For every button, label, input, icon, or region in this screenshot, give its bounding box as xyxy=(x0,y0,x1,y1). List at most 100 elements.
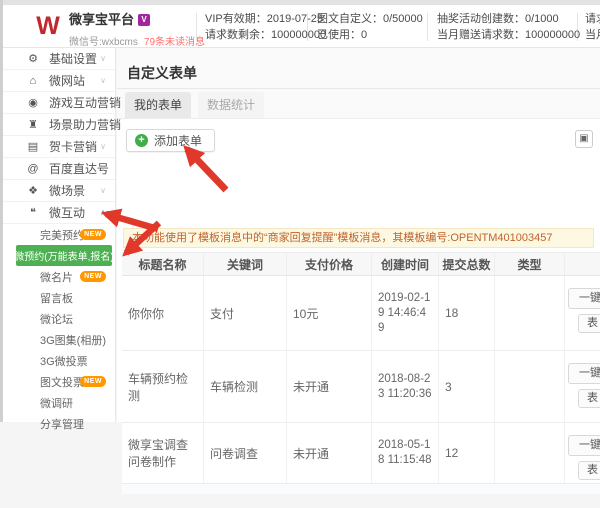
submenu-item-message-board[interactable]: 留言板 xyxy=(0,287,115,308)
chevron-up-icon: ∧ xyxy=(100,208,106,217)
home-icon: ⌂ xyxy=(26,75,40,87)
submenu-item-label: 3G微投票 xyxy=(40,353,88,369)
stat-vip: VIP有效期：2019-07-25 请求数剩余：100000000 xyxy=(205,11,326,43)
sidebar-item-micro-scene[interactable]: ❖ 微场景 ∨ xyxy=(0,180,115,202)
top-header: W 微享宝平台 V 微信号:wxbcms79条未读消息 VIP有效期：2019-0… xyxy=(0,5,600,48)
chevron-down-icon: ∨ xyxy=(100,186,106,195)
stat-clipped: 请求 当月 xyxy=(585,11,600,43)
stat-lottery: 抽奖活动创建数：0/1000 当月赠送请求数：100000000 xyxy=(437,11,580,43)
submenu-item-micro-booking-active[interactable]: 微预约(万能表单,报名) xyxy=(16,245,112,266)
app-title: 微享宝平台 xyxy=(69,9,134,28)
stat-line: 当月 xyxy=(585,27,600,43)
cell-price: 未开通 xyxy=(286,351,371,422)
cell-total: 12 xyxy=(438,423,494,483)
sidebar-item-basic-settings[interactable]: ⚙ 基础设置 ∨ xyxy=(0,48,115,70)
cell-created: 2018-08-23 11:20:36 xyxy=(371,351,438,422)
table-row: 你你你 支付 10元 2019-02-19 14:46:49 18 一键复 表 xyxy=(122,276,600,351)
submenu-item-micro-forum[interactable]: 微论坛 xyxy=(0,308,115,329)
chevron-down-icon: ∨ xyxy=(100,54,106,63)
submenu-item-share-manage-clipped[interactable]: 分享管理 xyxy=(0,413,115,434)
new-badge: NEW xyxy=(80,376,106,387)
sidebar-item-micro-site[interactable]: ⌂ 微网站 ∨ xyxy=(0,70,115,92)
account-block: 微享宝平台 V 微信号:wxbcms79条未读消息 xyxy=(69,9,205,48)
cell-price: 未开通 xyxy=(286,423,371,483)
cell-total: 3 xyxy=(438,351,494,422)
cell-created: 2018-05-18 11:15:48 xyxy=(371,423,438,483)
cell-total: 18 xyxy=(438,276,494,350)
sidebar-item-scene-boost[interactable]: ♜ 场景助力营销 ∨ xyxy=(0,114,115,136)
submenu-item-perfect-booking[interactable]: 完美预约 NEW xyxy=(0,224,115,245)
sidebar-item-greeting-card[interactable]: ▤ 贺卡营销 ∨ xyxy=(0,136,115,158)
sidebar-item-micro-interaction[interactable]: ❝ 微互动 ∧ xyxy=(0,202,115,224)
submenu-item-label: 微预约(万能表单,报名) xyxy=(14,248,113,263)
cell-actions: 一键复 表 xyxy=(564,423,600,483)
sidebar-item-game-marketing[interactable]: ◉ 游戏互动营销 ∨ xyxy=(0,92,115,114)
sidebar-item-label: 微网站 xyxy=(49,72,85,89)
cell-type xyxy=(494,351,564,422)
col-header-type: 类型 xyxy=(494,253,564,275)
submenu-item-label: 分享管理 xyxy=(40,416,84,432)
submenu-item-3g-vote[interactable]: 3G微投票 xyxy=(0,350,115,371)
stat-line: 抽奖活动创建数：0/1000 xyxy=(437,11,580,27)
copy-button[interactable]: 一键复 xyxy=(568,288,600,309)
col-header-created: 创建时间 xyxy=(371,253,438,275)
stat-custom-articles: 图文自定义：0/50000 已使用：0 xyxy=(317,11,423,43)
form-button[interactable]: 表 xyxy=(578,389,600,408)
stat-line: 请求 xyxy=(585,11,600,27)
cell-actions: 一键复 表 xyxy=(564,351,600,422)
sidebar-submenu: 完美预约 NEW 微预约(万能表单,报名) 微名片 NEW 留言板 微论坛 3G… xyxy=(0,224,115,434)
new-badge: NEW xyxy=(80,229,106,240)
submenu-item-label: 微论坛 xyxy=(40,311,73,327)
header-divider xyxy=(427,13,428,41)
scene-icon: ❖ xyxy=(26,184,40,197)
cell-type xyxy=(494,276,564,350)
logo: W xyxy=(33,11,63,41)
submenu-item-micro-card[interactable]: 微名片 NEW xyxy=(0,266,115,287)
sidebar-item-label: 贺卡营销 xyxy=(49,138,97,155)
verified-badge-icon: V xyxy=(138,14,150,26)
at-icon: @ xyxy=(26,163,40,175)
account-line: 微信号:wxbcms79条未读消息 xyxy=(69,33,205,48)
stat-line: 当月赠送请求数：100000000 xyxy=(437,27,580,43)
cell-keyword: 车辆检测 xyxy=(203,351,286,422)
table-header-row: 标题名称 关键词 支付价格 创建时间 提交总数 类型 xyxy=(122,252,600,276)
cell-title: 车辆预约检测 xyxy=(122,351,203,422)
sidebar-item-label: 微互动 xyxy=(49,204,85,221)
add-form-button[interactable]: + 添加表单 xyxy=(126,129,215,152)
sidebar-item-label: 基础设置 xyxy=(49,50,97,67)
copy-button[interactable]: 一键复 xyxy=(568,435,600,456)
col-header-price: 支付价格 xyxy=(286,253,371,275)
bank-icon: ♜ xyxy=(26,118,40,131)
submenu-item-micro-survey[interactable]: 微调研 xyxy=(0,392,115,413)
table-row: 微享宝调查问卷制作 问卷调查 未开通 2018-05-18 11:15:48 1… xyxy=(122,423,600,484)
submenu-item-label: 微名片 xyxy=(40,269,73,285)
main-content: 自定义表单 我的表单 数据统计 + 添加表单 ▣ 本功能使用了模板消息中的“商家… xyxy=(117,48,600,422)
submenu-item-article-vote[interactable]: 图文投票 NEW xyxy=(0,371,115,392)
chevron-down-icon: ∨ xyxy=(100,76,106,85)
cell-keyword: 问卷调查 xyxy=(203,423,286,483)
form-button[interactable]: 表 xyxy=(578,314,600,333)
tab-bar: 我的表单 数据统计 xyxy=(125,92,264,118)
new-badge: NEW xyxy=(80,271,106,282)
form-button[interactable]: 表 xyxy=(578,461,600,480)
sidebar-item-baidu-zhida[interactable]: @ 百度直达号 ∨ xyxy=(0,158,115,180)
template-notice-banner: 本功能使用了模板消息中的“商家回复提醒”模板消息，其模板编号:OPENTM401… xyxy=(123,228,594,248)
col-header-keyword: 关键词 xyxy=(203,253,286,275)
tab-my-forms[interactable]: 我的表单 xyxy=(125,92,191,118)
cell-price: 10元 xyxy=(286,276,371,350)
tab-data-stats[interactable]: 数据统计 xyxy=(198,92,264,118)
col-header-total: 提交总数 xyxy=(438,253,494,275)
page-edge-left xyxy=(0,0,3,422)
chevron-down-icon: ∨ xyxy=(100,142,106,151)
copy-button[interactable]: 一键复 xyxy=(568,363,600,384)
corner-widget-icon[interactable]: ▣ xyxy=(575,130,593,148)
divider xyxy=(117,88,600,89)
wechat-id: 微信号:wxbcms xyxy=(69,37,138,48)
chevron-down-icon: ∨ xyxy=(100,120,106,129)
cell-title: 你你你 xyxy=(122,276,203,350)
stat-line: VIP有效期：2019-07-25 xyxy=(205,11,326,27)
content-panel: + 添加表单 ▣ 本功能使用了模板消息中的“商家回复提醒”模板消息，其模板编号:… xyxy=(117,118,600,422)
stat-line: 已使用：0 xyxy=(317,27,423,43)
submenu-item-3g-gallery[interactable]: 3G图集(相册) xyxy=(0,329,115,350)
submenu-item-label: 微调研 xyxy=(40,395,73,411)
